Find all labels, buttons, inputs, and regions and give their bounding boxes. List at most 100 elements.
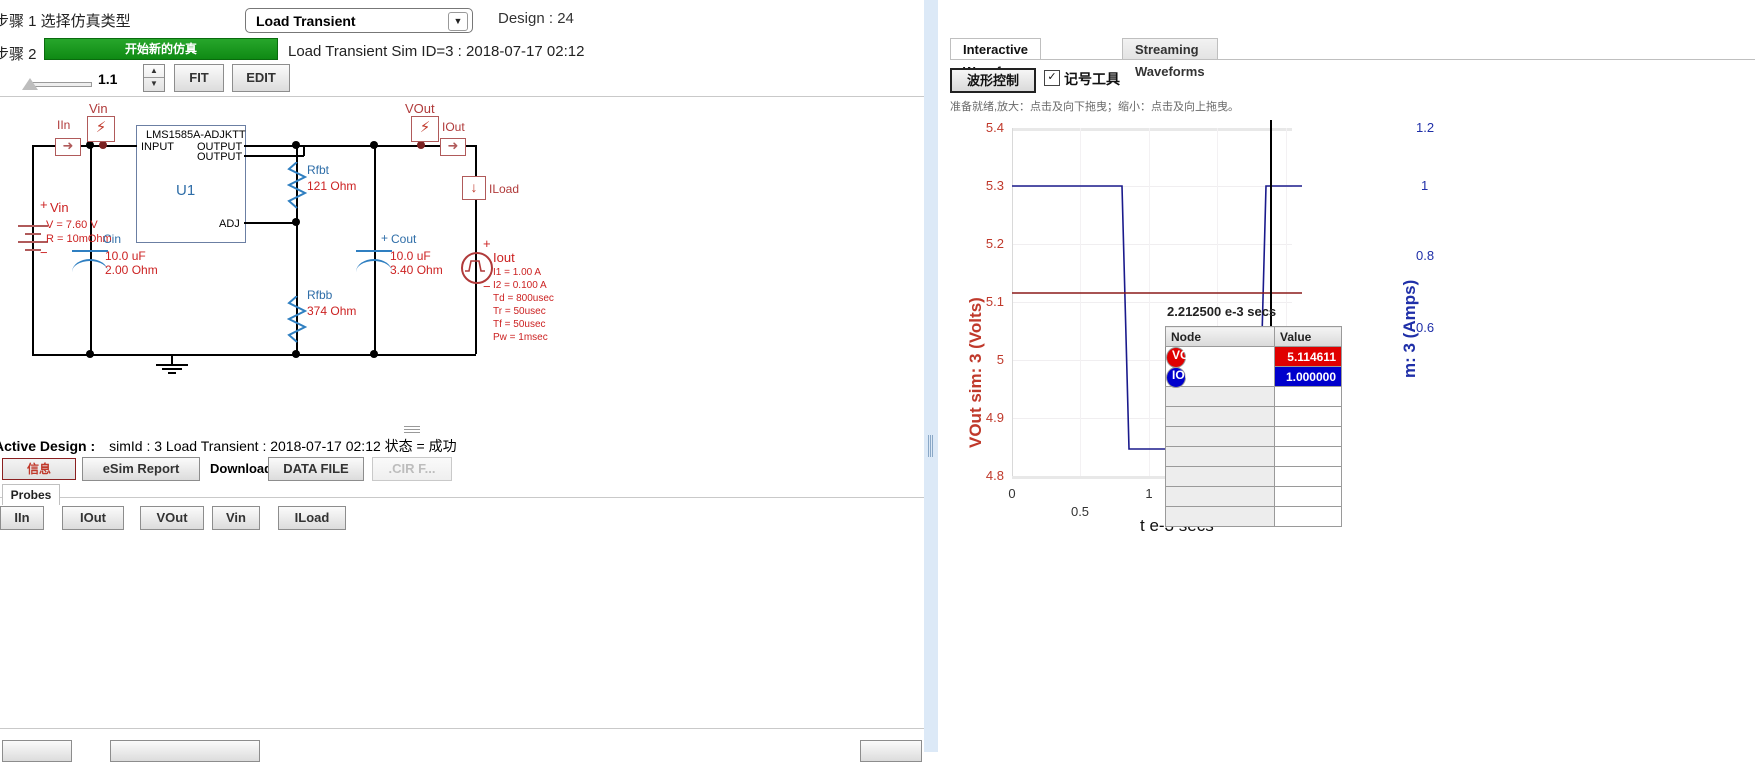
empty-cell	[1165, 446, 1275, 467]
node-vin-probe	[99, 141, 107, 149]
table-row-empty	[1165, 446, 1342, 467]
table-row[interactable]: VOut 5.114611	[1166, 346, 1342, 368]
wire-bottom-rail	[32, 354, 476, 356]
probe-iout-label: IOut	[442, 120, 465, 134]
zoom-slider-thumb[interactable]	[22, 78, 38, 90]
tab-streaming-waveforms[interactable]: Streaming Waveforms	[1122, 38, 1218, 79]
table-header-row: Node Value	[1165, 326, 1342, 347]
table-row[interactable]: IOut 1.000000	[1166, 366, 1342, 388]
voltage-source-minus: −	[40, 245, 48, 260]
table-row-empty	[1165, 426, 1342, 447]
panel-resize-handle[interactable]	[404, 426, 420, 433]
current-source-name: Iout	[493, 250, 515, 265]
waveform-control-button[interactable]: 波形控制	[950, 68, 1036, 93]
wire-adj-tap	[244, 222, 297, 224]
x-tick-label: 0	[1008, 486, 1016, 501]
cout-symbol[interactable]	[356, 250, 392, 272]
zoom-slider-track[interactable]	[30, 82, 92, 87]
toolbar-divider	[0, 96, 924, 97]
vertical-splitter[interactable]	[924, 0, 938, 752]
column-header-node: Node	[1165, 326, 1275, 347]
bottom-button-1[interactable]	[2, 740, 72, 762]
node-vin	[86, 141, 94, 149]
design-label: Design : 24	[498, 10, 574, 27]
info-button[interactable]: 信息	[2, 458, 76, 480]
ic-part-number: LMS1585A-ADJKTT	[146, 129, 246, 141]
current-source-minus: −	[483, 279, 491, 294]
empty-cell	[1274, 406, 1342, 427]
simulation-left-pane: 步骤 1 选择仿真类型 Load Transient ▼ Design : 24…	[0, 0, 944, 762]
x-tick-label: 1	[1145, 486, 1153, 501]
tabs-underline	[950, 59, 1755, 60]
current-source-i1: I1 = 1.00 A	[493, 267, 542, 278]
waveform-right-pane: Interactive Waveform Streaming Waveforms…	[938, 0, 1755, 752]
cir-file-button: .CIR F...	[372, 457, 452, 481]
zoom-slider[interactable]	[18, 77, 92, 90]
active-design-title: Active Design :	[0, 438, 96, 454]
waveform-plot[interactable]: VOut sim: 3 (Volts) m: 3 (Amps) t e-3 se…	[950, 118, 1750, 598]
stepper-down-icon[interactable]: ▼	[144, 78, 164, 90]
step2-label: 步骤 2	[0, 46, 37, 63]
bottom-button-2[interactable]	[110, 740, 260, 762]
y-tick-label: 4.9	[985, 410, 1004, 425]
node-value-table[interactable]: Node Value VOut 5.114611 IOut 1.000000	[1165, 326, 1342, 527]
marker-tool-checkbox[interactable]: ✓	[1044, 70, 1060, 86]
ground-symbol	[156, 354, 188, 374]
current-source-pw: Pw = 1msec	[493, 332, 548, 343]
empty-cell	[1165, 506, 1275, 527]
probe-vin-icon[interactable]: ⚡	[87, 116, 115, 142]
probe-iload-icon[interactable]: ↓	[462, 176, 486, 200]
voltage-source-v: V = 7.60 V	[46, 219, 98, 231]
tab-interactive-waveform[interactable]: Interactive Waveform	[950, 38, 1042, 79]
y-tick-label: 4.8	[985, 468, 1004, 483]
y2-tick-label: 0.8	[1416, 248, 1435, 263]
probe-iload-label: ILoad	[489, 182, 520, 196]
row-value-iout: 1.000000	[1274, 366, 1342, 387]
current-source-plus: +	[483, 236, 491, 251]
voltage-source-name: Vin	[50, 200, 69, 215]
probe-button-vout[interactable]: VOut	[140, 506, 204, 530]
circuit-schematic[interactable]: LMS1585A-ADJKTT INPUT OUTPUT OUTPUT U1 A…	[0, 100, 924, 420]
probe-vout-label: VOut	[405, 101, 435, 116]
x-tick-label: 0.5	[1070, 504, 1090, 519]
node-vout	[370, 141, 378, 149]
probe-vout-icon[interactable]: ⚡	[411, 116, 439, 142]
probe-iout-icon[interactable]: ➜	[440, 138, 466, 156]
probes-tab[interactable]: Probes	[2, 484, 60, 505]
ic-pin-adj: ADJ	[219, 218, 240, 230]
current-source-td: Td = 800usec	[493, 293, 554, 304]
start-new-simulation-button[interactable]: 开始新的仿真	[44, 38, 278, 60]
rfbt-label: Rfbt	[307, 163, 330, 177]
node-gnd	[86, 350, 94, 358]
data-file-button[interactable]: DATA FILE	[268, 457, 364, 481]
zoom-stepper[interactable]: ▲ ▼	[143, 64, 165, 92]
probe-button-vin[interactable]: Vin	[212, 506, 260, 530]
stepper-up-icon[interactable]: ▲	[144, 65, 164, 77]
empty-cell	[1274, 386, 1342, 407]
empty-cell	[1165, 486, 1275, 507]
splitter-grip[interactable]	[928, 435, 934, 457]
rfbb-symbol[interactable]	[287, 296, 307, 348]
bottom-button-3[interactable]	[860, 740, 922, 762]
esim-report-button[interactable]: eSim Report	[82, 457, 200, 481]
probe-button-iout[interactable]: IOut	[62, 506, 124, 530]
wire-ic-out-2	[244, 155, 304, 157]
y-axis-title: VOut sim: 3 (Volts)	[966, 297, 985, 448]
probe-iin-icon[interactable]: ➜	[55, 138, 81, 156]
rfbt-value: 121 Ohm	[307, 179, 357, 193]
empty-cell	[1274, 486, 1342, 507]
rfbt-symbol[interactable]	[287, 162, 307, 214]
chevron-down-icon[interactable]: ▼	[448, 12, 468, 31]
cin-symbol[interactable]	[72, 250, 108, 272]
edit-button[interactable]: EDIT	[232, 64, 290, 92]
voltage-source-r: R = 10mOhm	[46, 233, 112, 245]
empty-cell	[1274, 506, 1342, 527]
probe-iin-label: IIn	[57, 118, 71, 132]
probe-button-iload[interactable]: ILoad	[278, 506, 346, 530]
probe-button-iin[interactable]: IIn	[0, 506, 44, 530]
simulation-type-select[interactable]: Load Transient ▼	[245, 8, 473, 33]
cout-plus: +	[381, 231, 389, 245]
table-row-empty	[1165, 486, 1342, 507]
fit-button[interactable]: FIT	[174, 64, 224, 92]
hint-text: 准备就绪,放大：点击及向下拖曳；缩小：点击及向上拖曳。	[950, 101, 1240, 113]
